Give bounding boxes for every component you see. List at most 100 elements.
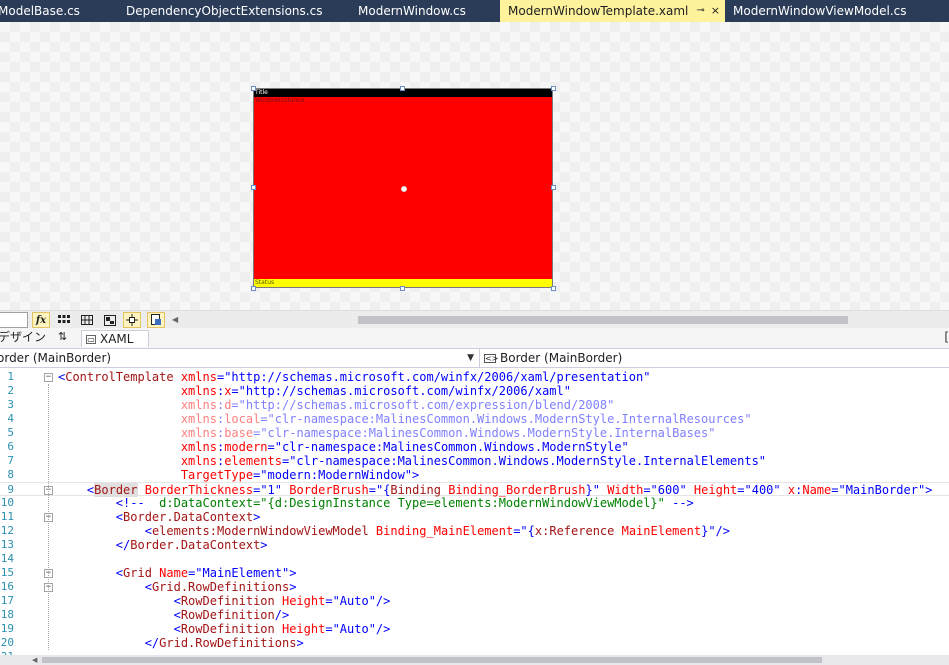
line-number: 7 [7, 454, 14, 467]
line-number: 12 [0, 524, 14, 537]
code-text: <Grid Name="MainElement"> [115, 566, 297, 580]
resize-handle-top[interactable] [400, 86, 405, 91]
element-member-dropdown[interactable]: <> Border (MainBorder) [484, 350, 622, 367]
pin-icon[interactable]: ⊸ [696, 0, 704, 22]
scroll-left-arrow-icon[interactable]: ◀ [172, 314, 178, 325]
code-line[interactable]: 5 xmlns:base="clr-namespace:MalinesCommo… [0, 426, 949, 440]
code-line[interactable]: 18 <RowDefinition/> [0, 608, 949, 622]
code-line[interactable]: 15− <Grid Name="MainElement"> [0, 566, 949, 580]
swap-panes-icon[interactable]: ⇅ [58, 328, 67, 346]
tab-xaml-label: XAML [100, 332, 134, 346]
tab-label: ModernWindowTemplate.xaml [508, 4, 689, 18]
snap-lines-button[interactable] [123, 312, 141, 328]
code-text: <RowDefinition/> [173, 608, 290, 622]
line-number: 10 [0, 496, 14, 509]
designer-horizontal-scrollbar[interactable]: ◀ [172, 314, 949, 325]
code-line[interactable]: 2 xmlns:x="http://schemas.microsoft.com/… [0, 384, 949, 398]
code-line[interactable]: 17 <RowDefinition Height="Auto"/> [0, 594, 949, 608]
designer-toolbar: fx ◀ [0, 310, 949, 328]
resize-handle-bottom-left[interactable] [251, 286, 256, 291]
line-number: 14 [0, 552, 14, 565]
grid-toggle-button[interactable] [55, 312, 73, 328]
resize-handle-bottom-right[interactable] [551, 286, 556, 291]
code-line[interactable]: 9− <Border BorderThickness="1" BorderBru… [0, 482, 949, 497]
line-number: 8 [7, 468, 14, 481]
line-number: 19 [0, 622, 14, 635]
code-text: </Border.DataContext> [115, 538, 268, 552]
line-number: 9 [7, 483, 14, 496]
code-text: xmlns:elements="clr-namespace:MalinesCom… [180, 454, 767, 468]
element-scope-label: order (MainBorder) [0, 351, 112, 365]
line-number: 5 [7, 426, 14, 439]
code-line[interactable]: 12 <elements:ModernWindowViewModel Bindi… [0, 524, 949, 538]
element-navigation-bar: order (MainBorder) ▼ <> Border (MainBord… [0, 348, 949, 369]
chevron-down-icon[interactable]: ▼ [467, 350, 474, 367]
collapse-icon[interactable]: − [44, 373, 53, 382]
line-number: 6 [7, 440, 14, 453]
artboard-main-border[interactable]: Title WindowInstance Status [253, 88, 553, 288]
xaml-code-editor[interactable]: 1 − <ControlTemplate xmlns="http://schemas… [0, 368, 949, 655]
code-text: <!-- d:DataContext="{d:DesignInstance Ty… [115, 496, 694, 510]
tab-xaml[interactable]: ▭ XAML [81, 330, 149, 347]
code-text: xmlns:x="http://schemas.microsoft.com/wi… [180, 384, 571, 398]
tab-modern-window[interactable]: ModernWindow.cs [350, 0, 500, 22]
snap-grid-icon [81, 315, 93, 325]
code-line[interactable]: 14 [0, 552, 949, 566]
resize-handle-left[interactable] [251, 185, 256, 190]
line-number: 13 [0, 538, 14, 551]
grid-icon [58, 315, 70, 323]
center-point-icon[interactable] [401, 186, 407, 192]
element-member-label: Border (MainBorder) [500, 351, 623, 365]
code-line[interactable]: 4 xmlns:local="clr-namespace:MalinesComm… [0, 412, 949, 426]
code-line[interactable]: 7 xmlns:elements="clr-namespace:MalinesC… [0, 454, 949, 468]
render-effects-button[interactable] [101, 312, 119, 328]
code-line[interactable]: 13 </Border.DataContext> [0, 538, 949, 552]
line-number: 16 [0, 580, 14, 593]
resize-handle-top-right[interactable] [551, 86, 556, 91]
code-line[interactable]: 1 − <ControlTemplate xmlns="http://schemas… [0, 370, 949, 384]
line-number: 1 [7, 370, 14, 383]
line-number: 18 [0, 608, 14, 621]
code-line[interactable]: 8 TargetType="modern:ModernWindow"> [0, 468, 949, 482]
scroll-thumb[interactable] [42, 657, 822, 663]
scroll-left-arrow-icon[interactable]: ◀ [32, 655, 37, 665]
annotation-button[interactable] [147, 312, 165, 328]
code-line[interactable]: 10 <!-- d:DataContext="{d:DesignInstance… [0, 496, 949, 510]
tab-dependency-object-extensions[interactable]: DependencyObjectExtensions.cs [118, 0, 350, 22]
code-line[interactable]: 19 <RowDefinition Height="Auto"/> [0, 622, 949, 636]
code-line[interactable]: 16− <Grid.RowDefinitions> [0, 580, 949, 594]
tab-modern-window-template[interactable]: ModernWindowTemplate.xaml ⊸ × [500, 0, 725, 22]
code-text: xmlns:local="clr-namespace:MalinesCommon… [180, 412, 752, 426]
code-text: <RowDefinition Height="Auto"/> [173, 622, 391, 636]
code-text: xmlns:modern="clr-namespace:MalinesCommo… [180, 440, 629, 454]
line-number: 3 [7, 398, 14, 411]
scroll-thumb[interactable] [358, 316, 848, 324]
element-scope-dropdown[interactable]: order (MainBorder) ▼ [0, 350, 477, 367]
code-text: <elements:ModernWindowViewModel Binding_… [144, 524, 730, 538]
design-surface[interactable]: Title WindowInstance Status [0, 22, 949, 310]
line-number: 15 [0, 566, 14, 579]
code-line[interactable]: 20 </Grid.RowDefinitions> [0, 636, 949, 650]
line-number: 11 [0, 510, 14, 523]
code-text: xmlns:base="clr-namespace:MalinesCommon.… [180, 426, 716, 440]
code-line[interactable]: 6 xmlns:modern="clr-namespace:MalinesCom… [0, 440, 949, 454]
resize-handle-right[interactable] [551, 185, 556, 190]
tab-modelbase[interactable]: ModelBase.cs [0, 0, 118, 22]
resize-handle-bottom[interactable] [400, 286, 405, 291]
tab-design[interactable]: デザイン [0, 328, 46, 346]
code-text: <RowDefinition Height="Auto"/> [173, 594, 391, 608]
code-text: <Grid.RowDefinitions> [144, 580, 297, 594]
resize-handle-top-left[interactable] [251, 86, 256, 91]
view-tabs: デザイン ⇅ ▭ XAML [ [0, 328, 949, 348]
zoom-combo[interactable] [0, 312, 28, 328]
snap-grid-button[interactable] [78, 312, 96, 328]
tab-modern-window-view-model[interactable]: ModernWindowViewModel.cs [725, 0, 945, 22]
close-icon[interactable]: × [711, 0, 720, 22]
code-line[interactable]: 3 xmlns:d="http://schemas.microsoft.com/… [0, 398, 949, 412]
snap-lines-icon [126, 314, 138, 326]
code-line[interactable]: 11− <Border.DataContext> [0, 510, 949, 524]
editor-horizontal-scrollbar[interactable]: ◀ [0, 655, 949, 665]
fx-effects-button[interactable]: fx [32, 312, 50, 328]
code-text: xmlns:d="http://schemas.microsoft.com/ex… [180, 398, 615, 412]
code-text: <Border BorderThickness="1" BorderBrush=… [86, 483, 933, 497]
